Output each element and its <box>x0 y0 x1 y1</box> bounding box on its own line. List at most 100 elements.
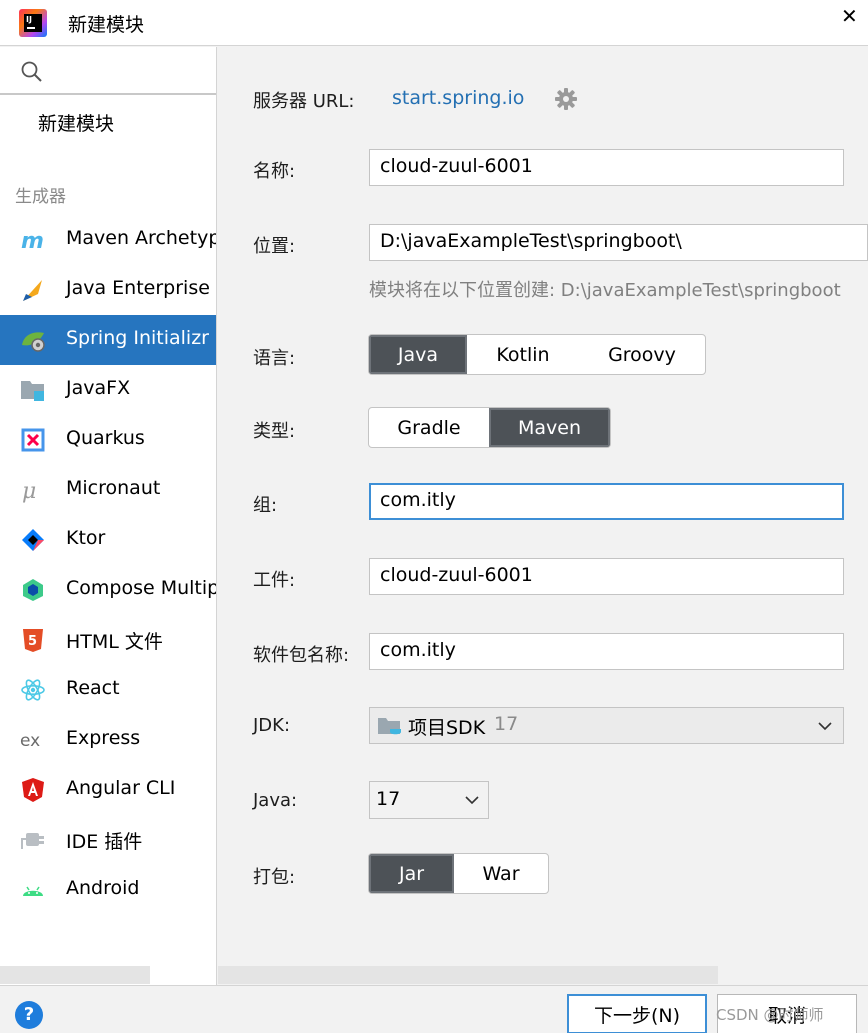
location-hint: 模块将在以下位置创建: D:\javaExampleTest\springboo… <box>369 280 841 301</box>
sidebar-item-label: React <box>66 677 120 699</box>
sidebar-item-label: Java Enterprise <box>66 277 210 299</box>
server-url-link[interactable]: start.spring.io <box>392 87 524 109</box>
intellij-idea-icon: IJ <box>19 9 47 37</box>
package-name-field[interactable]: com.itly <box>369 633 844 670</box>
sidebar-item-label: Compose Multiplatform <box>66 577 216 599</box>
sidebar-item-label: Micronaut <box>66 477 161 499</box>
svg-text:5: 5 <box>28 634 37 649</box>
spring-initializr-form: 服务器 URL: start.spring.io 名称: cloud-zuul-… <box>218 47 868 985</box>
chevron-down-icon <box>818 722 832 731</box>
angular-icon <box>22 778 44 802</box>
sidebar-item-label: Ktor <box>66 527 106 549</box>
sidebar-item-new-module[interactable]: 新建模块 <box>38 109 114 136</box>
group-field[interactable]: com.itly <box>369 483 844 520</box>
java-version-value: 17 <box>376 788 401 810</box>
java-version-label: Java: <box>253 790 298 811</box>
type-label: 类型: <box>253 421 296 442</box>
quarkus-icon <box>21 428 45 452</box>
sidebar-search[interactable] <box>0 47 216 95</box>
micronaut-icon: μ <box>22 479 36 503</box>
jdk-version: 17 <box>494 713 519 735</box>
sidebar-item-android[interactable]: Android <box>0 865 216 915</box>
sidebar-item-label: Spring Initializr <box>66 327 209 349</box>
spring-icon <box>22 332 45 352</box>
close-icon[interactable]: ✕ <box>841 4 858 28</box>
packaging-selector: Jar War <box>368 853 549 894</box>
sidebar-item-label: Angular CLI <box>66 777 176 799</box>
language-label: 语言: <box>253 348 296 369</box>
sidebar-item-label: Quarkus <box>66 427 145 449</box>
location-field[interactable]: D:\javaExampleTest\springboot\ <box>369 224 868 261</box>
sidebar-item-ktor[interactable]: Ktor <box>0 515 216 565</box>
artifact-label: 工件: <box>253 570 296 591</box>
type-selector: Gradle Maven <box>368 407 611 448</box>
sidebar-item-label: Maven Archetype <box>66 227 216 249</box>
sidebar-item-maven-archetype[interactable]: m Maven Archetype <box>0 215 216 265</box>
sdk-folder-icon <box>378 718 401 735</box>
html5-icon: 5 <box>23 629 43 652</box>
csdn-watermark: CSDN @时师师 <box>716 1006 824 1024</box>
android-icon <box>23 886 43 896</box>
generator-list: m Maven Archetype Java Enterprise Spring… <box>0 215 216 915</box>
sidebar-item-html-file[interactable]: 5 HTML 文件 <box>0 615 216 665</box>
sidebar-item-micronaut[interactable]: μ Micronaut <box>0 465 216 515</box>
sidebar-item-compose-multiplatform[interactable]: Compose Multiplatform <box>0 565 216 615</box>
name-field[interactable]: cloud-zuul-6001 <box>369 149 844 186</box>
java-version-dropdown[interactable]: 17 <box>369 781 489 819</box>
generator-sidebar: 新建模块 生成器 m Maven Archetype Java Enterpri… <box>0 47 217 985</box>
gear-icon[interactable] <box>554 87 578 111</box>
server-url-label: 服务器 URL: <box>253 91 355 112</box>
title-bar: IJ 新建模块 ✕ <box>0 0 868 46</box>
window-title: 新建模块 <box>68 14 145 36</box>
javafx-icon <box>21 381 44 401</box>
plugin-icon <box>21 833 44 849</box>
compose-icon <box>23 579 43 601</box>
jdk-label: JDK: <box>253 715 291 736</box>
packaging-option-war[interactable]: War <box>454 854 548 893</box>
type-option-maven[interactable]: Maven <box>489 408 610 447</box>
svg-text:m: m <box>21 229 44 253</box>
language-option-java[interactable]: Java <box>369 335 467 374</box>
new-module-dialog: IJ 新建模块 ✕ 新建模块 生成器 m Maven Archetype Jav… <box>0 0 868 1033</box>
svg-text:ex: ex <box>20 731 40 751</box>
name-label: 名称: <box>253 161 296 182</box>
sidebar-item-label: IDE 插件 <box>66 831 143 853</box>
ktor-icon <box>22 529 44 551</box>
sidebar-item-label: JavaFX <box>66 377 131 399</box>
artifact-field[interactable]: cloud-zuul-6001 <box>369 558 844 595</box>
react-icon <box>21 679 45 701</box>
maven-icon: m <box>21 229 44 253</box>
next-button[interactable]: 下一步(N) <box>567 994 707 1033</box>
sidebar-item-label: Express <box>66 727 141 749</box>
sidebar-item-ide-plugin[interactable]: IDE 插件 <box>0 815 216 865</box>
jdk-value: 项目SDK <box>408 717 486 739</box>
location-label: 位置: <box>253 236 296 257</box>
sidebar-horizontal-scrollbar[interactable] <box>0 966 150 984</box>
sidebar-item-express[interactable]: ex Express <box>0 715 216 765</box>
generators-heading: 生成器 <box>15 187 66 207</box>
java-enterprise-icon <box>23 280 42 301</box>
form-horizontal-scrollbar[interactable] <box>218 966 718 984</box>
svg-text:μ: μ <box>22 479 36 503</box>
jdk-dropdown[interactable]: 项目SDK 17 <box>369 707 844 744</box>
sidebar-item-javafx[interactable]: JavaFX <box>0 365 216 415</box>
help-icon[interactable]: ? <box>15 1001 43 1029</box>
sidebar-item-label: Android <box>66 877 140 899</box>
sidebar-item-react[interactable]: React <box>0 665 216 715</box>
package-name-label: 软件包名称: <box>253 645 350 666</box>
group-label: 组: <box>253 495 278 516</box>
packaging-option-jar[interactable]: Jar <box>369 854 454 893</box>
sidebar-item-spring-initializr[interactable]: Spring Initializr <box>0 315 216 365</box>
sidebar-item-java-enterprise[interactable]: Java Enterprise <box>0 265 216 315</box>
sidebar-item-quarkus[interactable]: Quarkus <box>0 415 216 465</box>
packaging-label: 打包: <box>253 867 296 888</box>
sidebar-item-angular-cli[interactable]: Angular CLI <box>0 765 216 815</box>
type-option-gradle[interactable]: Gradle <box>369 408 489 447</box>
language-option-groovy[interactable]: Groovy <box>579 335 705 374</box>
language-selector: Java Kotlin Groovy <box>368 334 706 375</box>
search-icon <box>21 61 42 82</box>
chevron-down-icon <box>465 796 479 805</box>
sidebar-item-label: HTML 文件 <box>66 631 163 653</box>
express-icon: ex <box>20 731 40 751</box>
language-option-kotlin[interactable]: Kotlin <box>467 335 579 374</box>
